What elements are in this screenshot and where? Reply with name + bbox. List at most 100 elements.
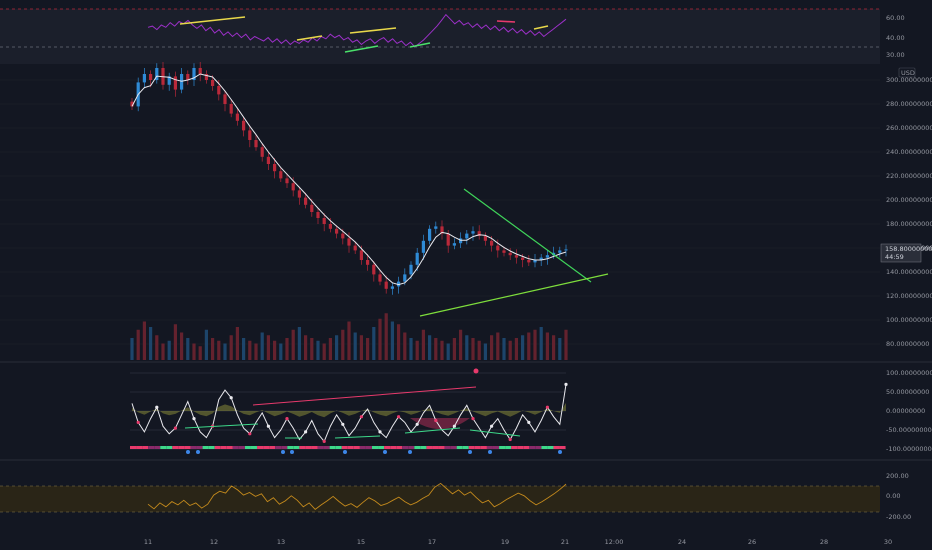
candle-body [490,240,494,246]
status-strip-segment [178,446,185,449]
volume-bar [359,335,363,360]
status-strip-segment [311,446,318,449]
status-strip-segment [341,446,348,449]
status-strip-segment [347,446,354,449]
candle-body [452,243,456,246]
status-strip-segment [172,446,179,449]
status-marker [468,450,472,454]
volume-bar [316,340,320,360]
volume-bar [378,318,382,360]
volume-bar [415,340,419,360]
candle-body [211,80,215,86]
status-strip-segment [244,446,251,449]
oscillator-point [136,420,140,424]
status-strip-segment [456,446,463,449]
candle-body [217,86,221,95]
status-strip-segment [263,446,270,449]
candle-body [341,233,345,239]
cci-separator [0,459,932,461]
time-tick-label: 12 [210,538,218,546]
candle-body [502,250,506,253]
time-tick-label: 26 [748,538,756,546]
volume-bar [186,338,190,360]
volume-bar [130,338,134,360]
status-strip-segment [414,446,421,449]
volume-bar [403,332,407,360]
status-marker [281,450,285,454]
price-tick-label: 120.00000000 [886,292,932,300]
candle-body [545,255,549,258]
volume-bar [483,343,487,360]
oscillator-point [248,432,252,436]
status-strip-segment [196,446,203,449]
current-price-countdown: 44:59 [885,253,904,261]
oscillator-point [341,422,345,426]
status-marker [186,450,190,454]
status-strip-segment [493,446,499,449]
unit-label: USD [901,69,915,77]
volume-bar [173,324,177,360]
volume-bar [552,335,556,360]
candle-body [229,104,233,114]
status-strip-segment [535,446,542,449]
candle-body [260,147,264,157]
candle-body [322,218,326,224]
candle-body [496,245,500,251]
rsi-tick-label: 30.00 [886,51,905,59]
rsi-tick-label: 40.00 [886,34,905,42]
status-strip-segment [547,446,554,449]
candle-body [353,245,357,251]
status-strip-segment [372,446,378,449]
volume-bar [372,327,376,360]
status-marker [408,450,412,454]
volume-bar [248,340,252,360]
volume-bar [347,321,351,360]
candle-body [266,156,270,164]
volume-bar [446,343,450,360]
volume-bar [477,340,481,360]
volume-bar [353,332,357,360]
volume-bar [490,335,494,360]
oscillator-point [508,437,512,442]
cci-tick-label: 200.00 [886,472,909,480]
status-strip-segment [190,446,197,449]
oscillator-point [471,417,475,421]
volume-bar [465,335,469,360]
oscillator-point [564,382,568,386]
time-tick-label: 30 [884,538,892,546]
volume-bar [211,338,215,360]
status-strip-segment [438,446,445,449]
cci-tick-label: 0.00 [886,492,900,500]
volume-bar [310,338,314,360]
volume-bar [279,343,283,360]
candle-body [316,212,320,218]
volume-bar [291,329,295,360]
time-tick-label: 24 [678,538,686,546]
status-strip-segment [293,446,300,449]
candle-body [446,233,450,246]
volume-bar [161,343,165,360]
volume-bar [539,327,543,360]
candle-body [390,286,394,289]
volume-bar [545,332,549,360]
volume-bar [254,343,258,360]
status-strip-segment [257,446,264,449]
volume-bar [428,335,432,360]
volume-bar [459,329,463,360]
volume-bar [204,329,208,360]
volume-bar [304,335,308,360]
volume-bar [273,340,277,360]
time-tick-label: 28 [820,538,828,546]
status-strip-segment [202,446,209,449]
volume-bar [409,338,413,360]
trading-chart[interactable]: 60.00 40.00 30.00 30 0.00000000 280.00000000… [0,0,932,550]
candle-body [279,171,283,179]
status-strip-segment [559,446,566,449]
status-strip-segment [226,446,233,449]
candle-body [434,226,438,229]
status-strip-segment [184,446,191,449]
oscillator-point [192,417,196,421]
rsi-panel[interactable]: 60.00 40.00 30.00 [0,8,905,64]
oscillator-tick-label: 0.00000000 [886,407,925,415]
candle-body [403,274,407,282]
